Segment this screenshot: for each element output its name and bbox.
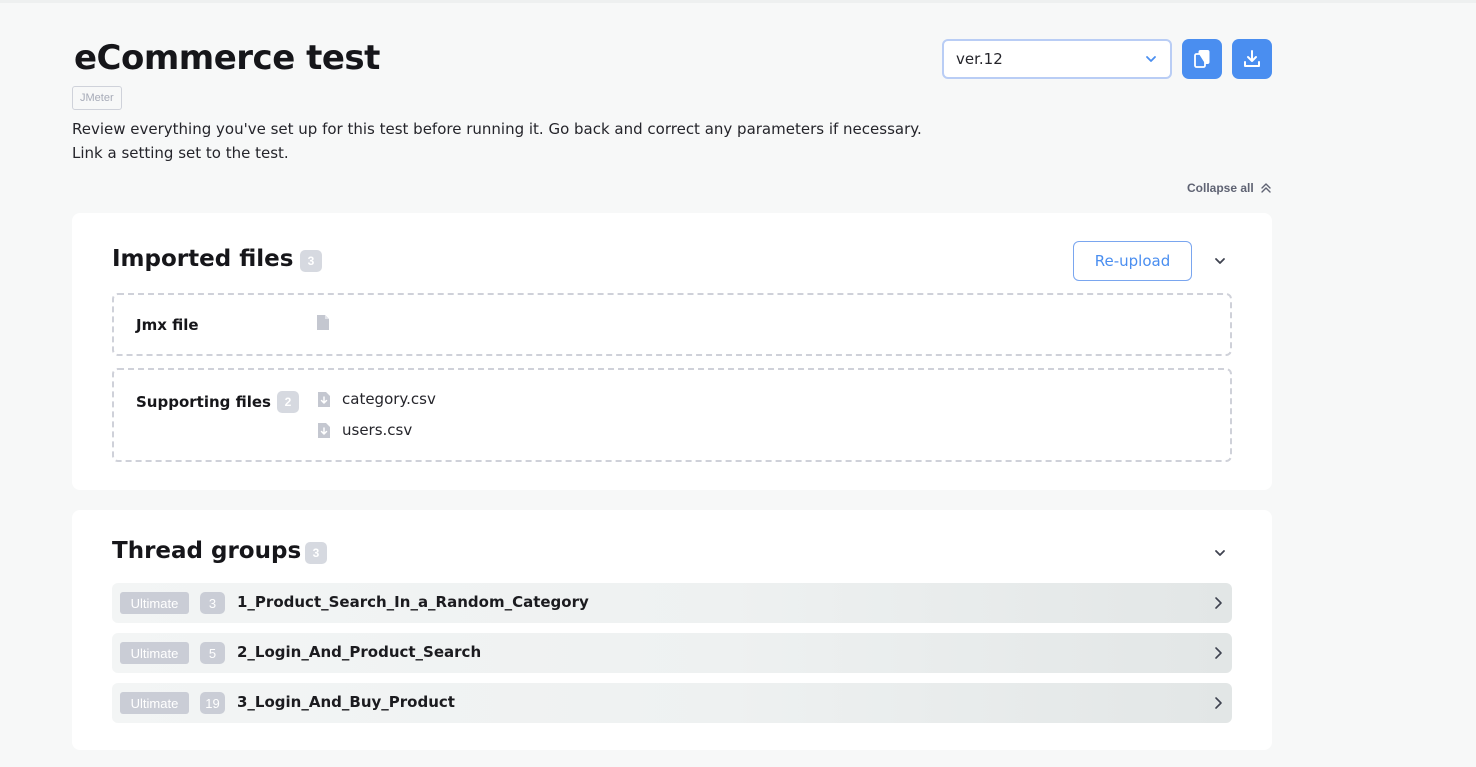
chevron-right-icon — [1210, 695, 1226, 711]
thread-groups-count: 3 — [305, 542, 327, 564]
chevrons-up-icon — [1261, 183, 1271, 193]
supporting-files-count: 2 — [277, 391, 299, 413]
top-divider — [0, 0, 1476, 3]
thread-count-badge: 5 — [200, 642, 225, 664]
thread-group-name: 3_Login_And_Buy_Product — [237, 693, 455, 711]
thread-groups-card: Thread groups 3 Ultimate 3 1_Product_Sea… — [72, 510, 1272, 750]
tool-badge: JMeter — [72, 86, 122, 110]
file-icon[interactable] — [316, 314, 330, 331]
thread-group-row[interactable]: Ultimate 19 3_Login_And_Buy_Product — [112, 683, 1232, 723]
jmx-file-box: Jmx file — [112, 293, 1232, 356]
chevron-down-icon — [1146, 56, 1156, 62]
thread-groups-title: Thread groups — [112, 538, 302, 564]
chevron-down-icon — [1215, 258, 1225, 264]
thread-group-row[interactable]: Ultimate 5 2_Login_And_Product_Search — [112, 633, 1232, 673]
reupload-button[interactable]: Re-upload — [1073, 241, 1192, 281]
file-download-icon[interactable] — [317, 422, 331, 439]
imported-files-title: Imported files — [112, 246, 294, 272]
supporting-files-label: Supporting files — [136, 393, 271, 411]
version-select-value: ver.12 — [956, 50, 1003, 68]
supporting-file-name[interactable]: category.csv — [342, 390, 436, 408]
collapse-all-label: Collapse all — [1187, 181, 1254, 195]
thread-group-name: 2_Login_And_Product_Search — [237, 643, 482, 661]
supporting-files-box: Supporting files 2 category.csv users.cs… — [112, 368, 1232, 462]
download-button[interactable] — [1232, 39, 1272, 79]
imported-files-count: 3 — [300, 250, 322, 272]
thread-groups-toggle[interactable] — [1212, 545, 1228, 561]
imported-files-toggle[interactable] — [1212, 253, 1228, 269]
chevron-down-icon — [1215, 550, 1225, 556]
thread-type-badge: Ultimate — [120, 592, 189, 614]
imported-files-card: Imported files 3 Re-upload Jmx file Supp… — [72, 213, 1272, 490]
supporting-file-name[interactable]: users.csv — [342, 421, 412, 439]
file-download-icon[interactable] — [317, 391, 331, 408]
chevron-right-icon — [1210, 645, 1226, 661]
version-select[interactable]: ver.12 — [942, 39, 1172, 79]
thread-count-badge: 3 — [200, 592, 225, 614]
chevron-right-icon — [1210, 595, 1226, 611]
page-description: Review everything you've set up for this… — [72, 120, 922, 162]
thread-count-badge: 19 — [200, 692, 225, 714]
page-title: eCommerce test — [74, 38, 380, 78]
thread-type-badge: Ultimate — [120, 642, 189, 664]
collapse-all-button[interactable]: Collapse all — [1187, 181, 1272, 195]
download-icon — [1244, 50, 1260, 67]
thread-group-name: 1_Product_Search_In_a_Random_Category — [237, 593, 589, 611]
jmx-file-label: Jmx file — [136, 316, 199, 334]
thread-type-badge: Ultimate — [120, 692, 189, 714]
copy-button[interactable] — [1182, 39, 1222, 79]
copy-icon — [1194, 50, 1210, 68]
thread-group-row[interactable]: Ultimate 3 1_Product_Search_In_a_Random_… — [112, 583, 1232, 623]
